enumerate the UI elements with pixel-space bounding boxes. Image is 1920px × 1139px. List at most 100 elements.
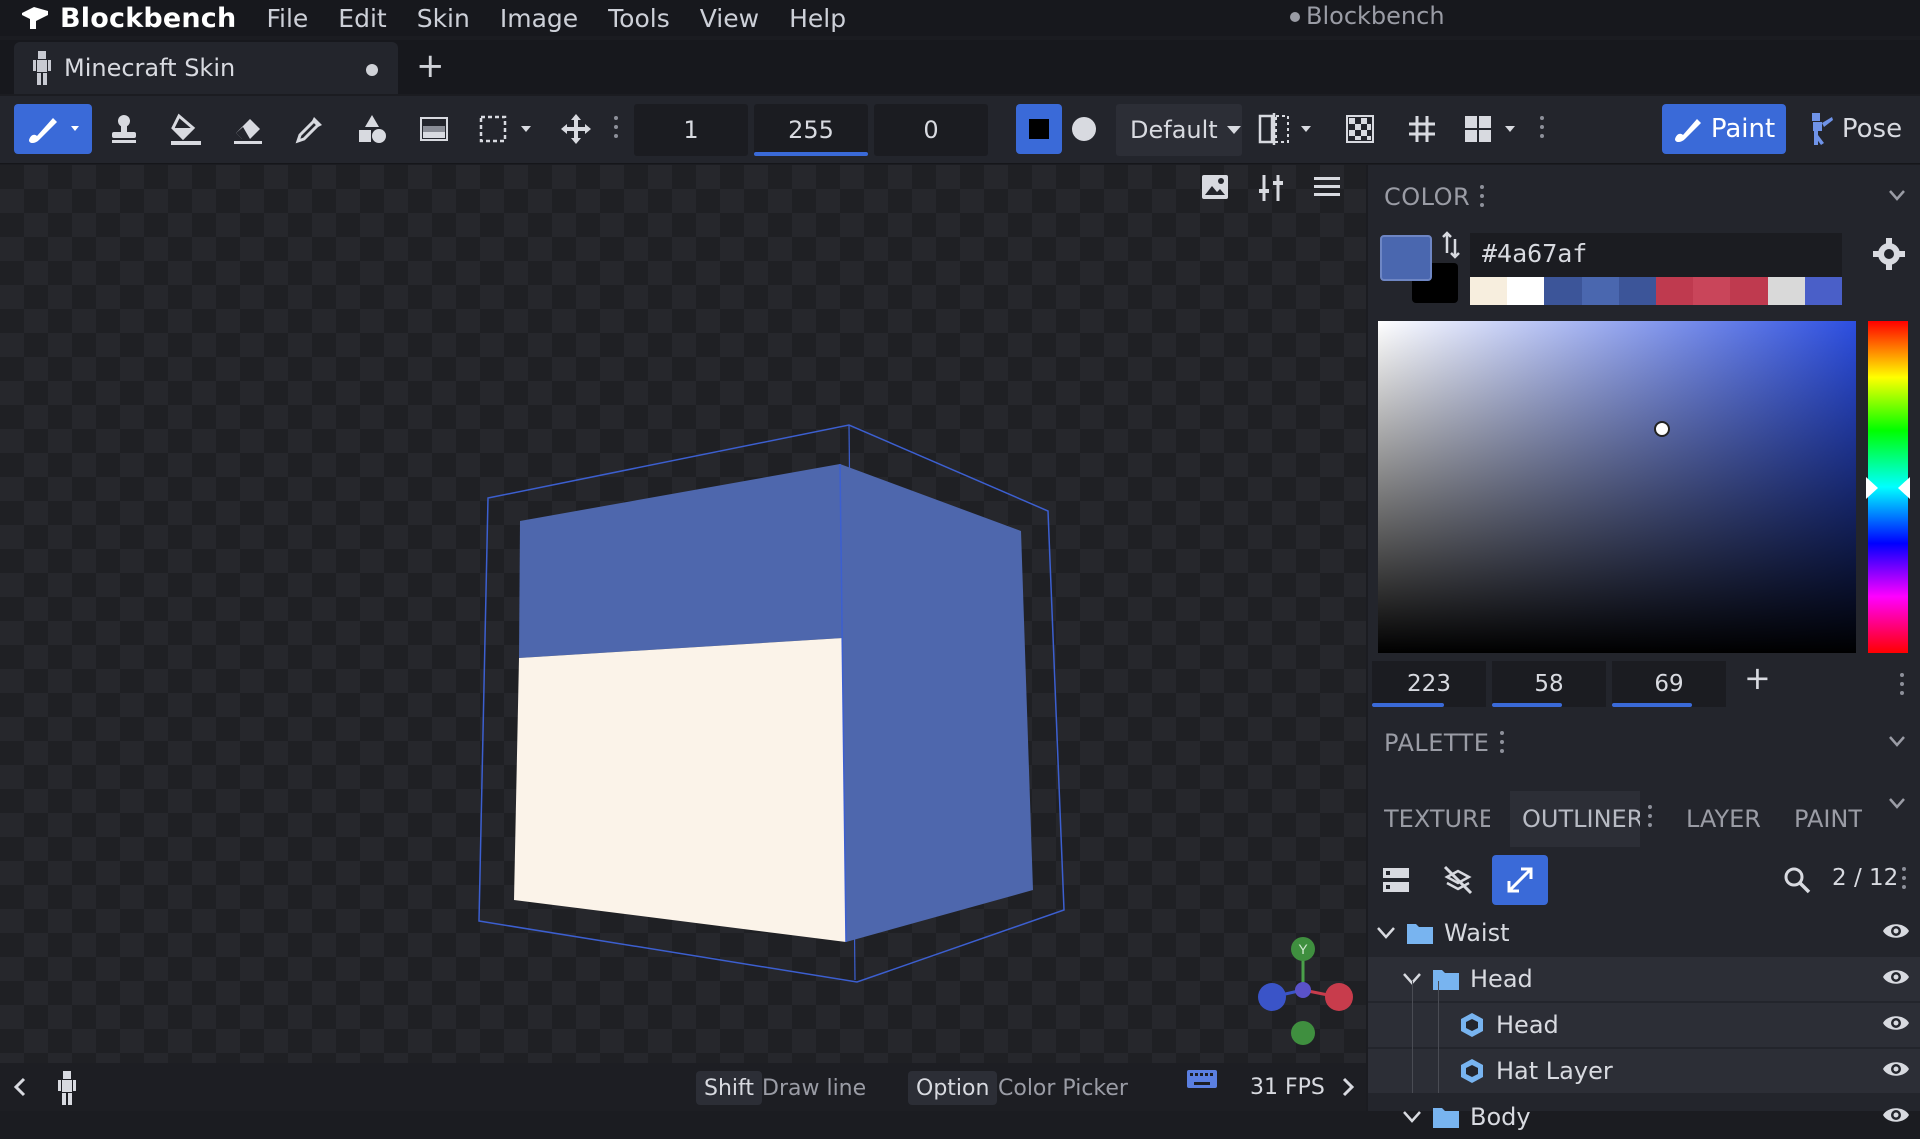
gizmo-x-axis[interactable] [1325,983,1353,1011]
square-brush-shape-button[interactable] [1016,104,1062,154]
menu-hamburger-icon[interactable] [1312,173,1342,201]
gizmo-z-axis[interactable] [1258,983,1286,1011]
color-picker-tool-button[interactable] [286,104,334,154]
color-picker-cursor[interactable] [1654,421,1670,437]
green-channel-input[interactable]: 58 [1492,661,1606,707]
pose-mode-button[interactable]: Pose [1800,104,1910,154]
chevron-left-icon[interactable] [12,1077,28,1097]
palette-color-swatch[interactable] [1730,277,1768,305]
tab-outliner[interactable]: OUTLINER [1510,791,1640,847]
tab-textures[interactable]: TEXTURES [1384,791,1490,847]
gear-icon[interactable] [1872,237,1906,271]
outliner-item-body[interactable]: Body [1368,1095,1920,1139]
swap-colors-icon[interactable] [1440,231,1462,259]
shape-tool-button[interactable] [348,104,396,154]
palette-color-swatch[interactable] [1544,277,1582,305]
menu-edit[interactable]: Edit [338,4,386,33]
chevron-down-icon[interactable] [1888,189,1906,201]
hue-slider-handle[interactable] [1866,477,1910,499]
blend-mode-select[interactable]: Default [1116,104,1242,156]
palette-color-swatch[interactable] [1767,277,1805,305]
palette-color-swatch[interactable] [1470,277,1508,305]
player-icon[interactable] [56,1071,78,1105]
stamp-tool-button[interactable] [100,104,148,154]
primary-color-swatch[interactable] [1380,235,1432,281]
add-group-button[interactable] [1368,855,1424,905]
red-channel-bar [1372,703,1444,707]
eye-icon[interactable] [1882,967,1910,987]
view-mode-button[interactable] [1462,104,1528,154]
brush-opacity-input[interactable]: 255 [754,104,868,156]
rgb-more-icon[interactable] [1900,673,1904,699]
hex-color-input[interactable]: #4a67af [1470,233,1842,277]
new-tab-button[interactable]: + [416,46,445,86]
paint-mode-button[interactable]: Paint [1662,104,1786,154]
eye-icon[interactable] [1882,1013,1910,1033]
chevron-down-icon[interactable] [1376,926,1396,940]
toolbar-more-icon-2[interactable] [1540,116,1544,142]
selection-tool-button[interactable] [476,104,542,154]
fill-tool-button[interactable] [162,104,210,154]
viewport-3d[interactable]: Y [0,165,1366,1063]
outliner-item-head-group[interactable]: Head [1368,957,1920,1001]
green-channel-bar [1492,703,1562,707]
eye-icon[interactable] [1882,1105,1910,1125]
palette-color-swatch[interactable] [1581,277,1619,305]
outliner-item-waist[interactable]: Waist [1368,911,1920,955]
saturation-value-picker[interactable] [1378,321,1856,653]
menu-file[interactable]: File [266,4,308,33]
image-icon[interactable] [1200,173,1230,201]
tab-paint[interactable]: PAINT [1794,791,1862,847]
keyboard-icon[interactable] [1186,1067,1218,1091]
unsaved-indicator-icon[interactable] [366,64,378,76]
menu-image[interactable]: Image [500,4,578,33]
toggle-skin-layer-button[interactable] [1430,855,1486,905]
axis-gizmo[interactable]: Y [1248,935,1358,1045]
eye-icon[interactable] [1882,1059,1910,1079]
search-icon[interactable] [1782,865,1812,895]
outliner-item-hat-layer[interactable]: Hat Layer [1368,1049,1920,1093]
chevron-down-icon[interactable] [1888,797,1906,809]
outliner-more-icon[interactable] [1902,867,1906,893]
add-color-button[interactable]: + [1744,659,1771,697]
brush-softness-input[interactable]: 0 [874,104,988,156]
blue-channel-input[interactable]: 69 [1612,661,1726,707]
move-layer-tool-button[interactable] [556,104,596,154]
head-cube-model[interactable] [460,405,1080,985]
chevron-down-icon[interactable] [1402,1110,1422,1124]
menu-skin[interactable]: Skin [417,4,470,33]
grid-hash-icon [1409,116,1435,142]
tab-minecraft-skin[interactable]: Minecraft Skin [14,42,398,94]
brush-size-input[interactable]: 1 [634,104,748,156]
palette-panel-menu-icon[interactable] [1500,731,1504,757]
tune-sliders-icon[interactable] [1256,173,1286,203]
lock-alpha-button[interactable] [1340,104,1380,154]
hue-slider[interactable] [1866,321,1910,653]
toolbar-more-icon[interactable] [614,116,618,142]
menu-tools[interactable]: Tools [608,4,670,33]
outliner-menu-icon[interactable] [1648,805,1652,831]
red-channel-input[interactable]: 223 [1372,661,1486,707]
color-panel-menu-icon[interactable] [1480,185,1484,211]
palette-color-swatch[interactable] [1507,277,1545,305]
brush-tool-button[interactable] [14,104,92,154]
round-brush-shape-button[interactable] [1064,104,1104,154]
expand-tree-button[interactable] [1492,855,1548,905]
chevron-right-icon[interactable] [1340,1077,1356,1097]
chevron-down-icon[interactable] [1888,735,1906,747]
gradient-tool-button[interactable] [410,104,458,154]
palette-color-swatch[interactable] [1618,277,1657,305]
tab-layers[interactable]: LAYERS [1686,791,1762,847]
pixel-grid-button[interactable] [1402,104,1442,154]
eraser-tool-button[interactable] [224,104,272,154]
outliner-item-head-cube[interactable]: Head [1368,1003,1920,1047]
gizmo-neg-y-axis[interactable] [1291,1021,1315,1045]
eye-icon[interactable] [1882,921,1910,941]
palette-color-swatch[interactable] [1693,277,1731,305]
recent-colors-strip[interactable] [1470,277,1843,305]
palette-color-swatch[interactable] [1804,277,1843,305]
menu-help[interactable]: Help [789,4,846,33]
palette-color-swatch[interactable] [1656,277,1694,305]
mirror-painting-button[interactable] [1256,104,1322,154]
menu-view[interactable]: View [700,4,759,33]
